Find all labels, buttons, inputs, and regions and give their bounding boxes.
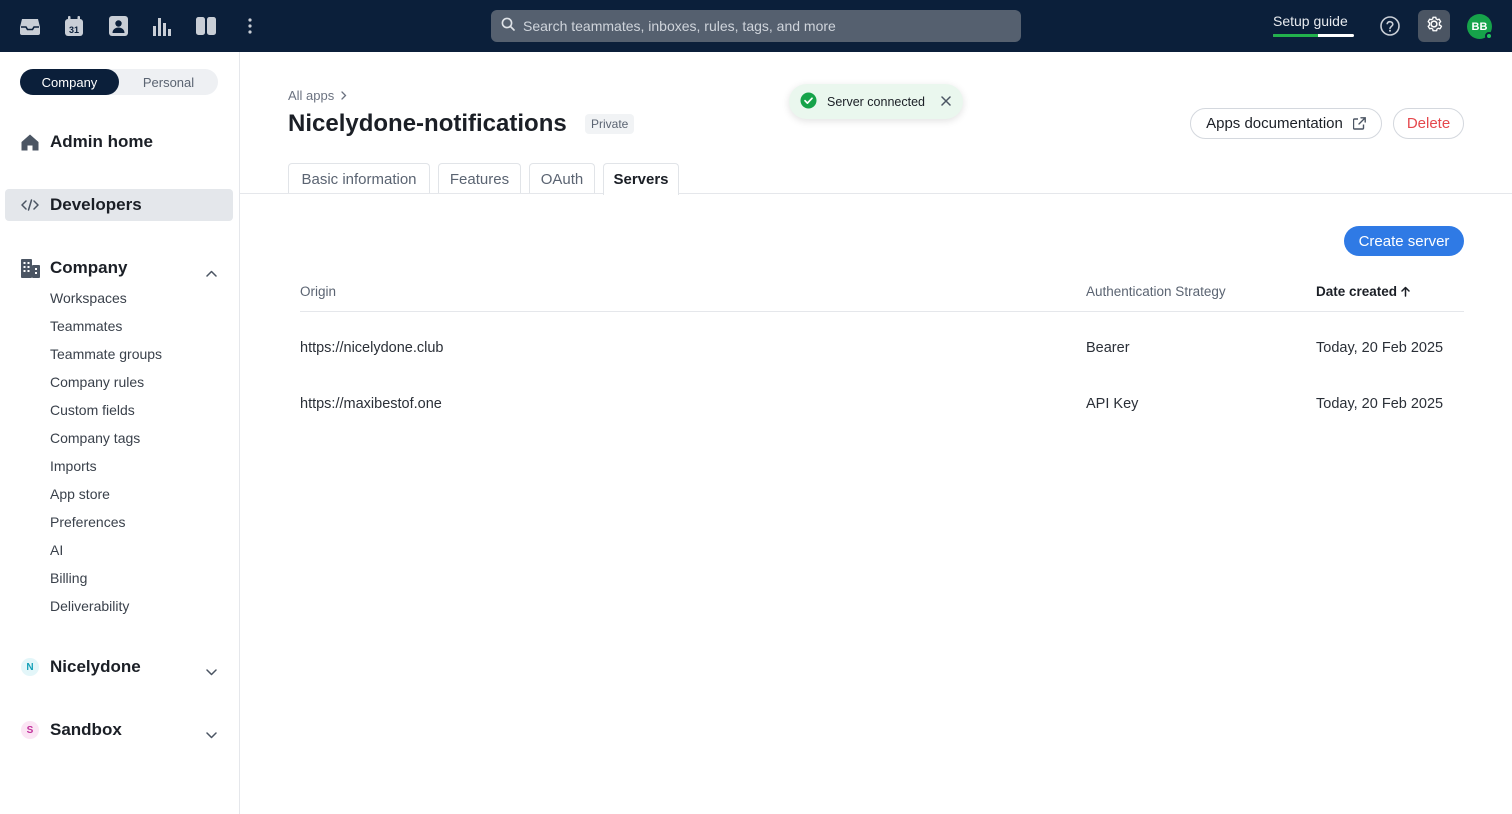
delete-button[interactable]: Delete bbox=[1393, 108, 1464, 139]
inbox-icon[interactable] bbox=[18, 14, 42, 38]
breadcrumb-all-apps-link[interactable]: All apps bbox=[288, 88, 334, 103]
code-icon bbox=[20, 195, 40, 215]
sidebar-item-developers[interactable]: Developers bbox=[5, 189, 233, 221]
cell-auth-strategy: Bearer bbox=[1086, 340, 1130, 356]
apps-documentation-label: Apps documentation bbox=[1206, 115, 1343, 132]
online-status-dot bbox=[1485, 32, 1493, 40]
chevron-down-icon[interactable] bbox=[206, 661, 217, 681]
more-vertical-icon[interactable] bbox=[238, 14, 262, 38]
sidebar-subitem-ai[interactable]: AI bbox=[50, 542, 63, 558]
calendar-day: 31 bbox=[69, 25, 79, 35]
sidebar-subitem-billing[interactable]: Billing bbox=[50, 570, 87, 586]
visibility-badge: Private bbox=[585, 114, 635, 134]
sidebar-item-label: Admin home bbox=[50, 132, 153, 151]
workspace-initial: S bbox=[21, 721, 39, 739]
search-icon bbox=[501, 17, 515, 36]
company-personal-switch: Company Personal bbox=[20, 69, 218, 95]
tab-basic-information[interactable]: Basic information bbox=[288, 163, 430, 194]
workspace-badge: S bbox=[20, 720, 40, 740]
column-header-label: Date created bbox=[1316, 284, 1398, 299]
settings-button[interactable] bbox=[1418, 10, 1450, 42]
tab-features[interactable]: Features bbox=[438, 163, 521, 194]
sidebar-subitem-teammates[interactable]: Teammates bbox=[50, 318, 122, 334]
cell-date-created: Today, 20 Feb 2025 bbox=[1316, 340, 1444, 356]
home-icon bbox=[20, 132, 40, 152]
search-input[interactable] bbox=[523, 18, 1003, 34]
chevron-down-icon[interactable] bbox=[206, 724, 217, 744]
sidebar-subitem-company-rules[interactable]: Company rules bbox=[50, 374, 144, 390]
setup-progress-bar bbox=[1273, 34, 1354, 37]
tab-servers[interactable]: Servers bbox=[603, 163, 679, 195]
sidebar-workspace-nicelydone[interactable]: N Nicelydone bbox=[5, 651, 233, 683]
sidebar-section-company[interactable]: Company bbox=[5, 252, 233, 284]
sidebar-subitem-custom-fields[interactable]: Custom fields bbox=[50, 402, 135, 418]
chevron-up-icon[interactable] bbox=[206, 262, 217, 282]
sidebar-subitem-teammate-groups[interactable]: Teammate groups bbox=[50, 346, 162, 362]
building-icon bbox=[20, 258, 40, 278]
success-toast: Server connected bbox=[789, 84, 963, 119]
create-server-button[interactable]: Create server bbox=[1344, 226, 1464, 256]
sidebar-subitem-company-tags[interactable]: Company tags bbox=[50, 430, 140, 446]
column-header-authentication-strategy[interactable]: Authentication Strategy bbox=[1086, 284, 1226, 299]
sidebar-subitem-preferences[interactable]: Preferences bbox=[50, 514, 125, 530]
column-header-origin[interactable]: Origin bbox=[300, 284, 336, 299]
column-header-date-created[interactable]: Date created bbox=[1316, 284, 1410, 299]
sidebar-workspace-sandbox[interactable]: S Sandbox bbox=[5, 714, 233, 746]
workspace-initial: N bbox=[21, 658, 39, 676]
top-bar: 31 Setup guide BB bbox=[0, 0, 1512, 52]
setup-progress-fill bbox=[1273, 34, 1318, 37]
split-view-icon[interactable] bbox=[194, 14, 218, 38]
sidebar-subitem-deliverability[interactable]: Deliverability bbox=[50, 598, 129, 614]
apps-documentation-button[interactable]: Apps documentation bbox=[1190, 108, 1382, 139]
workspace-label: Nicelydone bbox=[50, 657, 141, 676]
analytics-icon[interactable] bbox=[150, 14, 174, 38]
avatar-initials: BB bbox=[1471, 20, 1488, 33]
switch-personal-button[interactable]: Personal bbox=[119, 69, 218, 95]
sidebar-subitem-workspaces[interactable]: Workspaces bbox=[50, 290, 127, 306]
close-icon[interactable] bbox=[940, 95, 952, 107]
sidebar-section-label: Company bbox=[50, 258, 128, 277]
cell-date-created: Today, 20 Feb 2025 bbox=[1316, 396, 1444, 412]
setup-guide-label: Setup guide bbox=[1273, 13, 1348, 29]
check-circle-icon bbox=[800, 92, 817, 112]
global-search[interactable] bbox=[491, 10, 1021, 42]
cell-auth-strategy: API Key bbox=[1086, 396, 1139, 412]
calendar-icon[interactable]: 31 bbox=[62, 14, 86, 38]
workspace-label: Sandbox bbox=[50, 720, 122, 739]
page-title: Nicelydone-notifications bbox=[288, 110, 567, 137]
tabs-divider bbox=[240, 193, 1512, 194]
tab-oauth[interactable]: OAuth bbox=[529, 163, 595, 194]
sidebar-item-admin-home[interactable]: Admin home bbox=[5, 126, 233, 158]
chevron-right-icon bbox=[341, 88, 347, 103]
sidebar-subitem-app-store[interactable]: App store bbox=[50, 486, 110, 502]
table-header-divider bbox=[300, 311, 1464, 312]
gear-icon bbox=[1424, 14, 1444, 39]
cell-origin: https://maxibestof.one bbox=[300, 396, 442, 412]
sidebar-item-label: Developers bbox=[50, 195, 142, 214]
toast-message: Server connected bbox=[827, 94, 925, 109]
breadcrumb: All apps bbox=[288, 88, 347, 103]
external-link-icon bbox=[1352, 117, 1366, 130]
workspace-badge: N bbox=[20, 657, 40, 677]
switch-company-button[interactable]: Company bbox=[20, 69, 119, 95]
user-avatar[interactable]: BB bbox=[1467, 14, 1493, 40]
setup-guide[interactable]: Setup guide bbox=[1273, 13, 1355, 41]
help-icon[interactable] bbox=[1378, 14, 1402, 38]
sidebar-subitem-imports[interactable]: Imports bbox=[50, 458, 97, 474]
sort-ascending-icon bbox=[1401, 286, 1410, 297]
contacts-icon[interactable] bbox=[106, 14, 130, 38]
sidebar: Company Personal Admin home Developers C… bbox=[0, 52, 240, 814]
cell-origin: https://nicelydone.club bbox=[300, 340, 444, 356]
